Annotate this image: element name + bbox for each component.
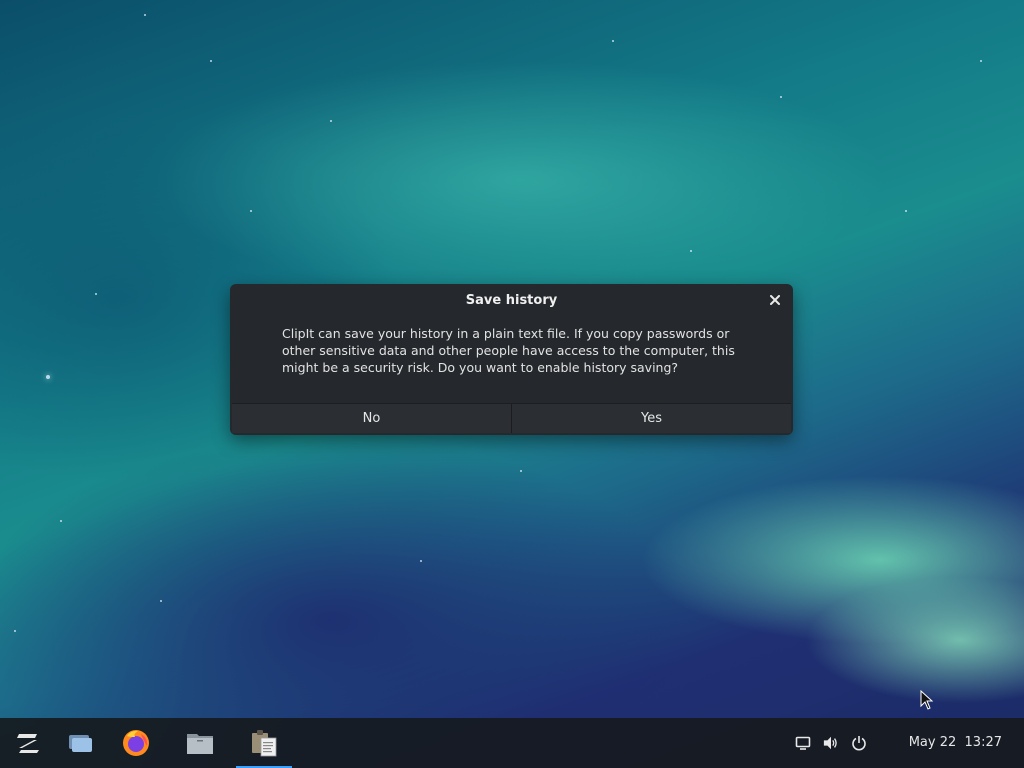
clipit-icon[interactable] <box>236 718 292 768</box>
star <box>980 60 982 62</box>
yes-button[interactable]: Yes <box>511 403 791 433</box>
clipboard-icon <box>252 730 277 757</box>
screen-icon[interactable] <box>795 735 811 751</box>
folder-icon <box>187 734 213 754</box>
star <box>60 520 62 522</box>
star <box>612 40 614 42</box>
volume-icon[interactable] <box>823 735 839 751</box>
no-button[interactable]: No <box>232 403 511 433</box>
files-icon[interactable] <box>172 718 228 768</box>
star <box>250 210 252 212</box>
power-symbol-icon <box>852 736 866 751</box>
firefox-icon[interactable] <box>108 718 164 768</box>
dialog-message: ClipIt can save your history in a plain … <box>282 326 735 375</box>
workspaces-icon[interactable] <box>52 718 108 768</box>
star <box>520 470 522 472</box>
star <box>95 293 97 295</box>
star <box>46 375 50 379</box>
close-icon-glyph <box>770 295 780 305</box>
dialog-title: Save history <box>465 293 558 308</box>
firefox-logo-icon <box>123 730 149 756</box>
star <box>210 60 212 62</box>
dialog-button-row: No Yes <box>232 403 791 433</box>
zorin-menu-icon[interactable] <box>0 718 56 768</box>
windows-icon <box>69 735 92 752</box>
close-icon[interactable] <box>767 293 783 309</box>
mouse-pointer-icon <box>920 690 934 710</box>
star <box>14 630 16 632</box>
clock-time: 13:27 <box>964 735 1002 750</box>
power-icon[interactable] <box>851 735 867 751</box>
star <box>330 120 332 122</box>
star <box>420 560 422 562</box>
star <box>905 210 907 212</box>
monitor-icon <box>795 736 811 750</box>
zorin-logo-icon <box>17 734 39 753</box>
taskbar: May 22 13:27 <box>0 718 1024 768</box>
star <box>780 96 782 98</box>
clock[interactable]: May 22 13:27 <box>909 718 1002 768</box>
star <box>160 600 162 602</box>
speaker-icon <box>823 736 837 750</box>
star <box>690 250 692 252</box>
save-history-dialog: Save history ClipIt can save your histor… <box>230 284 793 435</box>
clock-date: May 22 <box>908 735 957 750</box>
star <box>144 14 146 16</box>
